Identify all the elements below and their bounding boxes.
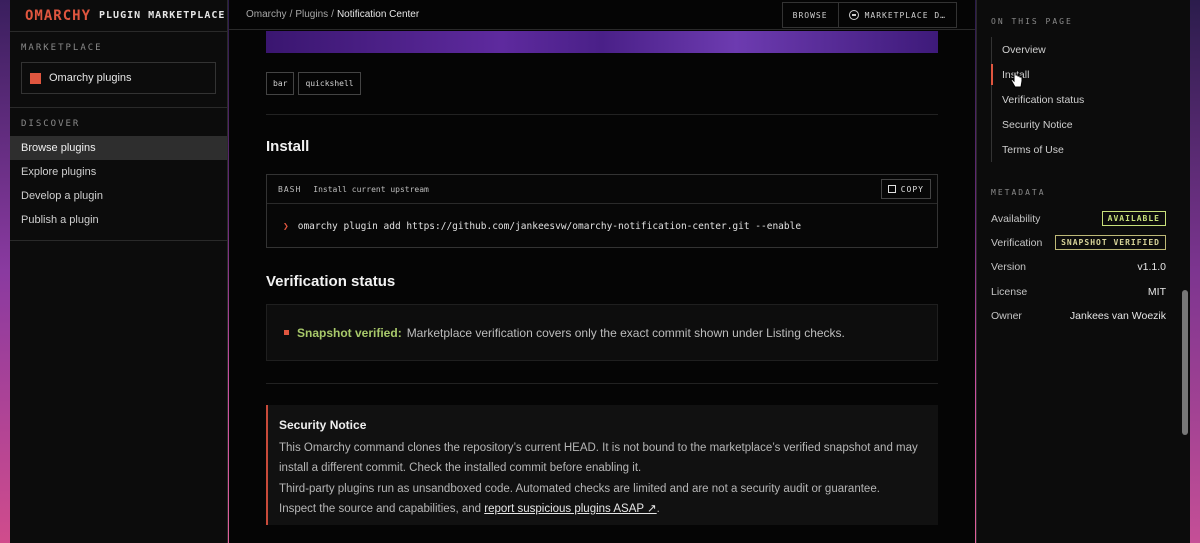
sidebar-item-publish-plugin[interactable]: Publish a plugin [10,208,227,232]
breadcrumb-plugins[interactable]: Plugins [295,9,328,20]
brand-title: PLUGIN MARKETPLACE [99,10,226,21]
tag-list: bar quickshell [266,72,365,95]
copy-button-label: COPY [900,184,924,194]
verification-badge: SNAPSHOT VERIFIED [1055,235,1166,250]
security-notice: Security Notice This Omarchy command clo… [266,405,938,525]
meta-version-key: Version [991,261,1027,273]
breadcrumb-separator: / [289,9,293,20]
code-block-header: BASH Install current upstream COPY [267,175,937,204]
sidebar: OMARCHY PLUGIN MARKETPLACE MARKETPLACE O… [10,0,228,543]
install-heading: Install [266,138,310,155]
verification-status-text: Marketplace verification covers only the… [406,325,845,340]
bullet-icon [284,330,289,335]
copy-icon [887,185,896,193]
meta-owner-value: Jankees van Woezik [1069,310,1166,322]
marketplace-section-label: MARKETPLACE [21,43,103,53]
wallpaper-left [0,0,10,543]
marketplace-selector[interactable]: Omarchy plugins [21,62,216,94]
toc-item-terms-of-use[interactable]: Terms of Use [992,137,1084,162]
security-notice-paragraph-1: This Omarchy command clones the reposito… [279,442,918,474]
brand-logo[interactable]: OMARCHY [25,8,91,24]
security-notice-period: . [656,503,660,515]
tag-quickshell[interactable]: quickshell [298,72,361,95]
topbar: Omarchy / Plugins / Notification Center … [229,0,975,30]
discover-section-label: DISCOVER [21,119,81,129]
meta-verification-key: Verification [991,236,1043,249]
toc-item-verification-status[interactable]: Verification status [992,87,1084,112]
verification-status-strong: Snapshot verified: [297,325,402,340]
hero-banner-image [266,31,938,53]
availability-badge: AVAILABLE [1101,211,1166,226]
security-notice-paragraph-2: Third-party plugins run as unsandboxed c… [279,479,919,519]
install-command-line[interactable]: ❯ omarchy plugin add https://github.com/… [267,204,937,248]
copy-button[interactable]: COPY [880,179,931,199]
code-language-label: BASH [278,184,302,194]
browse-button[interactable]: BROWSE [781,2,839,28]
meta-owner: Owner Jankees van Woezik [991,310,1166,322]
marketplace-square-icon [30,72,41,84]
hand-cursor-icon [1010,71,1023,88]
sidebar-item-develop-plugin[interactable]: Develop a plugin [10,184,227,208]
meta-version-value: v1.1.0 [1137,261,1166,273]
security-notice-title: Security Notice [279,418,367,432]
breadcrumb-omarchy[interactable]: Omarchy [246,9,287,20]
marketplace-dropdown-button[interactable]: MARKETPLACE D… [838,2,957,28]
on-this-page-label: ON THIS PAGE [991,17,1073,26]
verification-box: Snapshot verified: Marketplace verificat… [266,304,938,361]
marketplace-dropdown-label: MARKETPLACE D… [864,10,946,20]
meta-license: License MIT [991,286,1166,298]
report-suspicious-plugins-link[interactable]: report suspicious plugins ASAP ↗ [484,503,656,515]
toc-item-install[interactable]: Install [990,62,1084,87]
code-caption: Install current upstream [313,184,429,194]
brand-header[interactable]: OMARCHY PLUGIN MARKETPLACE [10,0,227,32]
table-of-contents: Overview Install Verification status Sec… [990,37,1084,162]
meta-license-key: License [991,286,1028,298]
sidebar-divider-bottom [10,240,227,241]
sidebar-item-explore-plugins[interactable]: Explore plugins [10,160,227,184]
prompt-chevron-icon: ❯ [283,220,289,232]
section-divider [266,383,938,384]
breadcrumb-separator: / [331,9,334,20]
scrollbar-thumb[interactable] [1182,290,1188,435]
marketplace-globe-icon [848,10,859,20]
sidebar-item-browse-plugins[interactable]: Browse plugins [10,136,227,160]
meta-availability-key: Availability [991,212,1041,225]
install-command[interactable]: omarchy plugin add https://github.com/ja… [298,221,801,232]
meta-owner-key: Owner [991,310,1022,322]
breadcrumb-current: Notification Center [336,9,420,20]
meta-availability: Availability AVAILABLE [991,211,1166,226]
install-code-block: BASH Install current upstream COPY ❯ oma… [266,174,938,248]
meta-version: Version v1.1.0 [991,261,1166,273]
toc-item-overview[interactable]: Overview [992,37,1084,62]
main-content: Omarchy / Plugins / Notification Center … [229,0,975,543]
meta-verification: Verification SNAPSHOT VERIFIED [991,235,1166,250]
scrollbar-track[interactable] [1180,0,1190,543]
marketplace-selector-label: Omarchy plugins [49,72,132,84]
section-divider [266,114,938,115]
tag-bar[interactable]: bar [266,72,295,95]
verification-heading: Verification status [266,273,396,290]
metadata-label: METADATA [991,188,1046,197]
right-rail: ON THIS PAGE Overview Install Verificati… [976,0,1180,543]
meta-license-value: MIT [1147,286,1166,298]
toc-item-security-notice[interactable]: Security Notice [992,112,1084,137]
